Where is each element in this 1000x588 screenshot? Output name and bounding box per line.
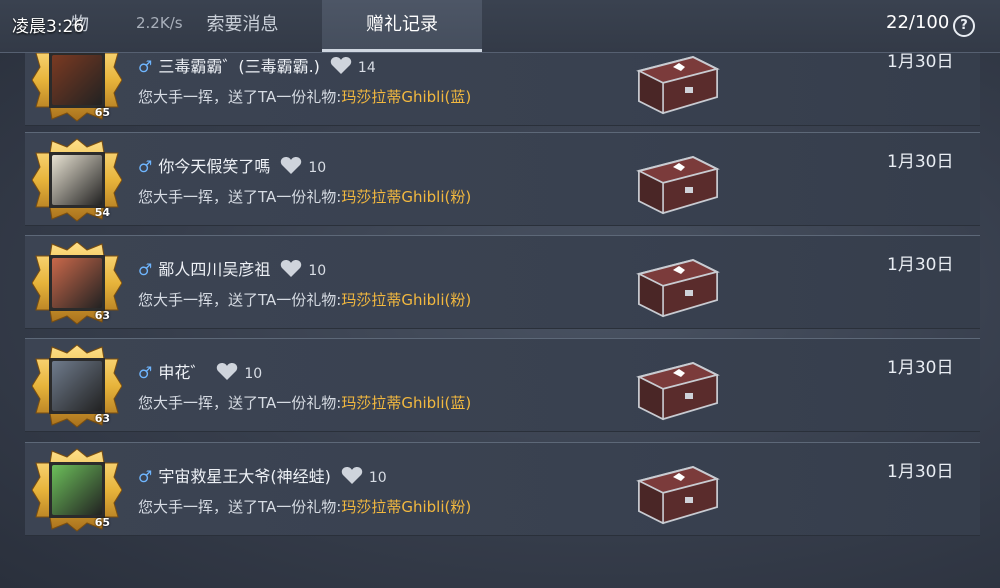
level-badge: 65	[94, 516, 110, 529]
gift-name: 玛莎拉蒂Ghibli(粉)	[341, 188, 472, 206]
record-date: 1月30日	[887, 53, 954, 72]
heart-icon	[281, 260, 302, 277]
user-name-line: ♂ 你今天假笑了嗎 10	[138, 153, 326, 177]
tab-requests-label: 索要消息	[206, 14, 279, 35]
avatar[interactable]: 65	[32, 447, 122, 533]
like-count: 10	[368, 470, 387, 486]
gift-chest-icon	[636, 361, 720, 421]
gift-chest-icon	[636, 465, 720, 525]
male-icon: ♂	[138, 363, 153, 382]
heart-icon	[330, 57, 352, 74]
record-date: 1月30日	[887, 462, 954, 482]
gift-text: 您大手一挥，送了TA一份礼物:	[138, 291, 342, 309]
level-badge: 63	[94, 309, 110, 322]
male-icon: ♂	[138, 467, 153, 486]
gift-name: 玛莎拉蒂Ghibli(粉)	[341, 498, 472, 516]
avatar[interactable]: 54	[32, 137, 122, 223]
avatar-image	[52, 361, 102, 411]
avatar-image	[52, 155, 102, 205]
avatar[interactable]: 63	[32, 343, 122, 429]
gift-description: 您大手一挥，送了TA一份礼物:玛莎拉蒂Ghibli(粉)	[138, 289, 471, 310]
network-speed: 2.2K/s	[136, 14, 183, 32]
tab-gift-records-label: 赠礼记录	[366, 14, 438, 35]
gift-name: 玛莎拉蒂Ghibli(蓝)	[341, 88, 472, 106]
gift-text: 您大手一挥，送了TA一份礼物:	[138, 394, 342, 412]
avatar-image	[52, 258, 102, 308]
gift-record-row[interactable]: 54 ♂ 你今天假笑了嗎 10 您大手一挥，送了TA一份礼物:玛莎拉蒂Ghibli(…	[25, 132, 980, 226]
gift-record-list[interactable]: 65 ♂ 三毒霸霸゛(三毒霸霸.) 14 您大手一挥，送了TA一份礼物:玛莎拉蒂Gh…	[25, 53, 980, 588]
user-name-line: ♂ 三毒霸霸゛(三毒霸霸.) 14	[138, 53, 376, 77]
heart-icon	[281, 157, 302, 174]
gift-record-row[interactable]: 63 ♂ 申花゛ 10 您大手一挥，送了TA一份礼物:玛莎拉蒂Ghibli(蓝) 1…	[25, 338, 980, 432]
record-date: 1月30日	[887, 358, 954, 378]
gift-text: 您大手一挥，送了TA一份礼物:	[138, 88, 342, 106]
user-name[interactable]: 申花゛	[158, 363, 206, 382]
gift-description: 您大手一挥，送了TA一份礼物:玛莎拉蒂Ghibli(蓝)	[138, 86, 471, 107]
avatar[interactable]: 65	[32, 53, 122, 123]
gift-chest-icon	[636, 258, 720, 318]
user-name[interactable]: 你今天假笑了嗎	[158, 157, 270, 176]
gift-record-row[interactable]: 63 ♂ 鄙人四川吴彦祖 10 您大手一挥，送了TA一份礼物:玛莎拉蒂Ghibli(…	[25, 235, 980, 329]
gift-record-row[interactable]: 65 ♂ 三毒霸霸゛(三毒霸霸.) 14 您大手一挥，送了TA一份礼物:玛莎拉蒂Gh…	[25, 53, 980, 126]
gift-name: 玛莎拉蒂Ghibli(蓝)	[341, 394, 472, 412]
level-badge: 65	[94, 106, 110, 119]
like-count: 14	[357, 60, 376, 76]
user-name-line: ♂ 宇宙救星王大爷(神经蛙) 10	[138, 463, 387, 487]
help-icon[interactable]: ?	[953, 15, 975, 37]
record-date: 1月30日	[887, 152, 954, 172]
gift-name: 玛莎拉蒂Ghibli(粉)	[341, 291, 472, 309]
user-name[interactable]: 鄙人四川吴彦祖	[158, 260, 270, 279]
tab-requests[interactable]: 索要消息	[165, 0, 320, 52]
heart-icon	[217, 363, 238, 380]
like-count: 10	[308, 160, 327, 176]
gift-chest-icon	[636, 55, 720, 115]
gift-text: 您大手一挥，送了TA一份礼物:	[138, 188, 342, 206]
gift-description: 您大手一挥，送了TA一份礼物:玛莎拉蒂Ghibli(蓝)	[138, 392, 471, 413]
avatar-image	[52, 55, 102, 105]
level-badge: 63	[94, 412, 110, 425]
record-date: 1月30日	[887, 255, 954, 275]
like-count: 10	[244, 366, 263, 382]
male-icon: ♂	[138, 260, 153, 279]
gift-description: 您大手一挥，送了TA一份礼物:玛莎拉蒂Ghibli(粉)	[138, 496, 471, 517]
avatar-image	[52, 465, 102, 515]
gift-description: 您大手一挥，送了TA一份礼物:玛莎拉蒂Ghibli(粉)	[138, 186, 471, 207]
status-time: 凌晨3:26	[12, 17, 85, 37]
gift-text: 您大手一挥，送了TA一份礼物:	[138, 498, 342, 516]
gift-record-row[interactable]: 65 ♂ 宇宙救星王大爷(神经蛙) 10 您大手一挥，送了TA一份礼物:玛莎拉蒂Gh…	[25, 442, 980, 536]
tab-gift-records[interactable]: 赠礼记录	[322, 0, 482, 52]
like-count: 10	[308, 263, 327, 279]
gift-counter: 22/100	[886, 12, 950, 33]
top-bar: 物 索要消息 赠礼记录 凌晨3:26 2.2K/s 22/100 ?	[0, 0, 1000, 53]
male-icon: ♂	[138, 57, 153, 76]
level-badge: 54	[94, 206, 110, 219]
user-name-line: ♂ 申花゛ 10	[138, 359, 262, 383]
avatar[interactable]: 63	[32, 240, 122, 326]
heart-icon	[341, 467, 363, 484]
user-name[interactable]: 三毒霸霸゛(三毒霸霸.)	[158, 57, 320, 76]
user-name-line: ♂ 鄙人四川吴彦祖 10	[138, 256, 326, 280]
gift-chest-icon	[636, 155, 720, 215]
user-name[interactable]: 宇宙救星王大爷(神经蛙)	[158, 467, 331, 486]
male-icon: ♂	[138, 157, 153, 176]
